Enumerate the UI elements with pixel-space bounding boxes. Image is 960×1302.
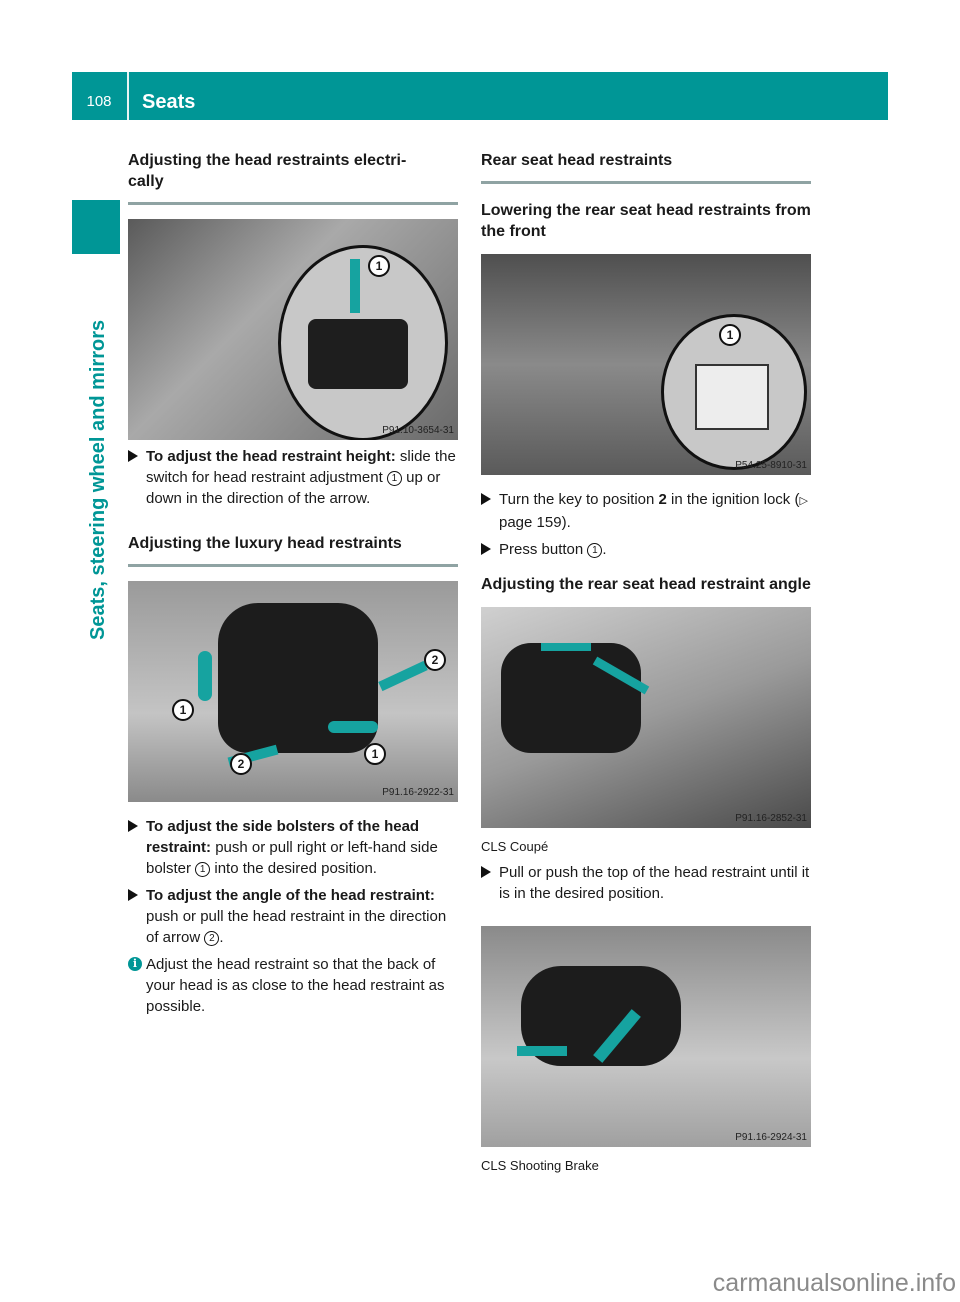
callout-2: 2 xyxy=(230,753,252,775)
up-down-arrow xyxy=(350,259,360,313)
seat-switch-graphic xyxy=(308,319,408,389)
step-text-end: . xyxy=(602,541,607,558)
figure-electric-switch: 1 P91.10-3654-31 xyxy=(128,219,458,440)
step-bold: 2 xyxy=(658,491,667,508)
ref-2-icon: 2 xyxy=(204,931,220,946)
step-pull-push: Pull or push the top of the head restrai… xyxy=(481,862,811,904)
step-text: in the ignition lock ( xyxy=(666,491,800,508)
figure-caption: CLS Coupé xyxy=(481,839,549,854)
section-title-electric: Adjusting the head restraints electri- c… xyxy=(128,152,407,190)
step-bold: To adjust the head restraint height: xyxy=(146,448,396,465)
figure-caption: CLS Shooting Brake xyxy=(481,1158,599,1173)
figure-cls-coupe: P91.16-2852-31 xyxy=(481,607,811,828)
step-text: Press button xyxy=(499,541,588,558)
header-divider xyxy=(127,72,129,120)
step-text: Pull or push the top of the head restrai… xyxy=(499,864,810,902)
step-press-button: Press button 1. xyxy=(481,539,811,560)
section-rule xyxy=(128,564,458,567)
step-bold: To adjust the angle of the head restrain… xyxy=(146,887,435,904)
ref-1-icon: 1 xyxy=(587,543,603,558)
step-arrow-icon xyxy=(481,543,491,555)
section-rule xyxy=(128,202,458,205)
ref-1-icon: 1 xyxy=(386,471,402,486)
step-text: push or pull the head restraint in the d… xyxy=(146,908,447,946)
step-arrow-icon xyxy=(481,493,491,505)
page-ref-icon: ▷ xyxy=(799,495,808,507)
side-tab-label: Seats, steering wheel and mirrors xyxy=(87,319,109,640)
bolster-arrow-left xyxy=(198,651,212,701)
step-side-bolsters: To adjust the side bolsters of the head … xyxy=(128,816,458,879)
push-arrow-top xyxy=(541,643,591,651)
step-arrow-icon xyxy=(128,820,138,832)
ref-1-icon: 1 xyxy=(195,862,211,877)
info-note: i Adjust the head restraint so that the … xyxy=(128,954,458,1017)
info-icon: i xyxy=(128,957,142,971)
info-text: Adjust the head restraint so that the ba… xyxy=(146,956,445,1015)
figure-cls-shooting-brake: P91.16-2924-31 xyxy=(481,926,811,1147)
step-text: Turn the key to position xyxy=(499,491,659,508)
watermark: carmanualsonline.info xyxy=(712,1269,956,1297)
callout-1: 1 xyxy=(172,699,194,721)
figure-code: P54.25-8910-31 xyxy=(735,460,807,471)
figure-code: P91.16-2924-31 xyxy=(735,1132,807,1143)
subsection-title-lowering: Lowering the rear seat head restraints f… xyxy=(481,202,811,240)
seat-button-graphic xyxy=(695,364,769,430)
bolster-arrow-right xyxy=(328,721,378,733)
section-title-luxury: Adjusting the luxury head restraints xyxy=(128,535,402,552)
step-text-end: ). xyxy=(561,514,571,531)
figure-luxury-head-restraint: 1 2 2 1 P91.16-2922-31 xyxy=(128,581,458,802)
step-arrow-icon xyxy=(128,450,138,462)
callout-1: 1 xyxy=(368,255,390,277)
figure-center-console: 1 P54.25-8910-31 xyxy=(481,254,811,475)
side-tab-marker xyxy=(72,200,120,254)
head-restraint-graphic xyxy=(501,643,641,753)
figure-code: P91.16-2852-31 xyxy=(735,813,807,824)
angle-arrow-right xyxy=(378,660,428,692)
step-arrow-icon xyxy=(481,866,491,878)
chapter-title: Seats xyxy=(142,91,196,113)
callout-1: 1 xyxy=(719,324,741,346)
section-rule xyxy=(481,181,811,184)
step-head-restraint-height: To adjust the head restraint height: sli… xyxy=(128,446,458,509)
step-arrow-icon xyxy=(128,889,138,901)
step-text-end: into the desired position. xyxy=(210,860,377,877)
subsection-title-angle: Adjusting the rear seat head restraint a… xyxy=(481,576,811,593)
page-header: 108 Seats xyxy=(72,72,888,120)
figure-code: P91.10-3654-31 xyxy=(382,425,454,436)
push-arrow-bottom xyxy=(517,1046,567,1056)
section-title-rear: Rear seat head restraints xyxy=(481,152,673,169)
callout-1: 1 xyxy=(364,743,386,765)
page-reference-link[interactable]: page 159 xyxy=(499,514,562,531)
right-column: Rear seat head restraints Lowering the r… xyxy=(481,150,811,1175)
page-number: 108 xyxy=(86,93,112,110)
step-text-end: . xyxy=(219,929,224,946)
left-column: Adjusting the head restraints electri- c… xyxy=(128,150,458,1017)
step-angle: To adjust the angle of the head restrain… xyxy=(128,885,458,948)
callout-2: 2 xyxy=(424,649,446,671)
step-turn-key: Turn the key to position 2 in the igniti… xyxy=(481,489,811,533)
figure-code: P91.16-2922-31 xyxy=(382,787,454,798)
